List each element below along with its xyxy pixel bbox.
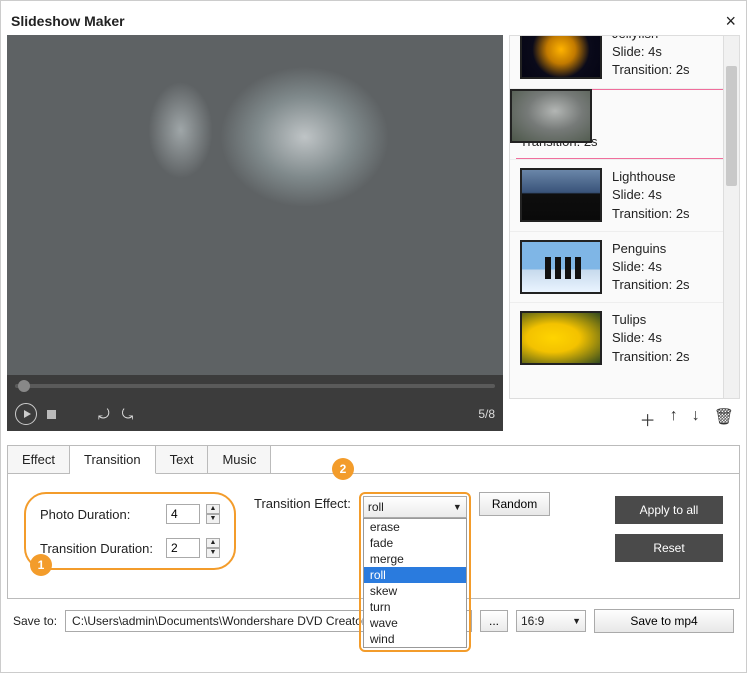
slide-counter: 5/8 bbox=[478, 407, 495, 421]
slide-transition: Transition: 2s bbox=[612, 61, 690, 79]
thumbnail bbox=[520, 36, 602, 79]
titlebar: Slideshow Maker × bbox=[7, 7, 740, 35]
slide-duration: Slide: 4s bbox=[612, 329, 690, 347]
thumbnail bbox=[520, 311, 602, 365]
duration-group: Photo Duration: ▲▼ Transition Duration: … bbox=[24, 492, 236, 570]
thumbnail bbox=[520, 240, 602, 294]
reset-button[interactable]: Reset bbox=[615, 534, 723, 562]
preview-pane: ⤾ ⤿ 5/8 bbox=[7, 35, 503, 431]
player-bar: ⤾ ⤿ 5/8 bbox=[7, 397, 503, 431]
list-item[interactable]: Tulips Slide: 4s Transition: 2s bbox=[510, 302, 739, 374]
save-to-mp4-button[interactable]: Save to mp4 bbox=[594, 609, 734, 633]
list-item[interactable]: Koala Slide: 4s Transition: 2s bbox=[510, 88, 739, 160]
stop-icon[interactable] bbox=[47, 410, 56, 419]
slide-name: Tulips bbox=[612, 311, 690, 329]
delete-icon[interactable]: 🗑 bbox=[714, 407, 734, 431]
window-title: Slideshow Maker bbox=[11, 13, 125, 29]
spinner-up-icon[interactable]: ▲ bbox=[206, 504, 220, 514]
slide-duration: Slide: 4s bbox=[612, 258, 690, 276]
option-merge[interactable]: merge bbox=[364, 551, 466, 567]
apply-all-button[interactable]: Apply to all bbox=[615, 496, 723, 524]
list-item[interactable]: Lighthouse Slide: 4s Transition: 2s bbox=[510, 159, 739, 231]
play-icon[interactable] bbox=[15, 403, 37, 425]
settings-panel: Effect Transition Text Music 2 Photo Dur… bbox=[7, 445, 740, 599]
rotate-left-icon[interactable]: ⤾ bbox=[98, 406, 110, 423]
list-item[interactable]: Penguins Slide: 4s Transition: 2s bbox=[510, 231, 739, 303]
selected-effect: roll bbox=[368, 500, 384, 514]
option-wind[interactable]: wind bbox=[364, 631, 466, 647]
option-skew[interactable]: skew bbox=[364, 583, 466, 599]
tab-effect[interactable]: Effect bbox=[8, 446, 70, 473]
transition-duration-label: Transition Duration: bbox=[40, 541, 160, 556]
move-up-icon[interactable]: ↑ bbox=[670, 407, 678, 431]
chevron-down-icon: ▼ bbox=[572, 616, 581, 626]
tab-transition[interactable]: Transition bbox=[70, 446, 156, 474]
option-fade[interactable]: fade bbox=[364, 535, 466, 551]
photo-duration-label: Photo Duration: bbox=[40, 507, 160, 522]
spinner-up-icon[interactable]: ▲ bbox=[206, 538, 220, 548]
slide-transition: Transition: 2s bbox=[612, 348, 690, 366]
move-down-icon[interactable]: ↓ bbox=[692, 407, 700, 431]
slide-transition: Transition: 2s bbox=[612, 205, 690, 223]
slide-name: Lighthouse bbox=[612, 168, 690, 186]
list-item[interactable]: Jellyfish Slide: 4s Transition: 2s bbox=[510, 36, 739, 88]
option-wave[interactable]: wave bbox=[364, 615, 466, 631]
preview-image bbox=[7, 35, 503, 375]
slide-duration: Slide: 4s bbox=[612, 186, 690, 204]
spinner-down-icon[interactable]: ▼ bbox=[206, 514, 220, 524]
transition-effect-label: Transition Effect: bbox=[254, 492, 351, 511]
save-to-label: Save to: bbox=[13, 614, 57, 628]
tab-text[interactable]: Text bbox=[156, 446, 209, 473]
add-icon[interactable]: ＋ bbox=[640, 407, 656, 431]
transition-duration-input[interactable] bbox=[166, 538, 200, 558]
photo-duration-input[interactable] bbox=[166, 504, 200, 524]
annotation-marker-1: 1 bbox=[30, 554, 52, 576]
slide-duration: Slide: 4s bbox=[612, 43, 690, 61]
spinner-down-icon[interactable]: ▼ bbox=[206, 548, 220, 558]
option-turn[interactable]: turn bbox=[364, 599, 466, 615]
slideshow-maker-window: Slideshow Maker × ⤾ ⤿ 5/8 bbox=[0, 0, 747, 673]
option-erase[interactable]: erase bbox=[364, 519, 466, 535]
transition-effect-select[interactable]: roll ▼ bbox=[363, 496, 467, 518]
transition-effect-dropdown[interactable]: erase fade merge roll skew turn wave win… bbox=[363, 518, 467, 648]
tab-music[interactable]: Music bbox=[208, 446, 271, 473]
tab-bar: Effect Transition Text Music bbox=[8, 446, 739, 474]
thumbnail bbox=[510, 89, 592, 143]
thumbnail bbox=[520, 168, 602, 222]
scrollbar[interactable] bbox=[723, 36, 739, 398]
option-roll[interactable]: roll bbox=[364, 567, 466, 583]
close-icon[interactable]: × bbox=[725, 11, 736, 32]
slide-list: Jellyfish Slide: 4s Transition: 2s Koala… bbox=[509, 35, 740, 399]
annotation-marker-2: 2 bbox=[332, 458, 354, 480]
slide-transition: Transition: 2s bbox=[612, 276, 690, 294]
slide-name: Jellyfish bbox=[612, 36, 690, 43]
progress-thumb[interactable] bbox=[18, 380, 30, 392]
transition-effect-group: roll ▼ erase fade merge roll skew turn w… bbox=[359, 492, 471, 652]
slide-name: Penguins bbox=[612, 240, 690, 258]
chevron-down-icon: ▼ bbox=[453, 502, 462, 512]
progress-bar[interactable] bbox=[7, 375, 503, 397]
rotate-right-icon[interactable]: ⤿ bbox=[122, 406, 134, 423]
random-button[interactable]: Random bbox=[479, 492, 550, 516]
